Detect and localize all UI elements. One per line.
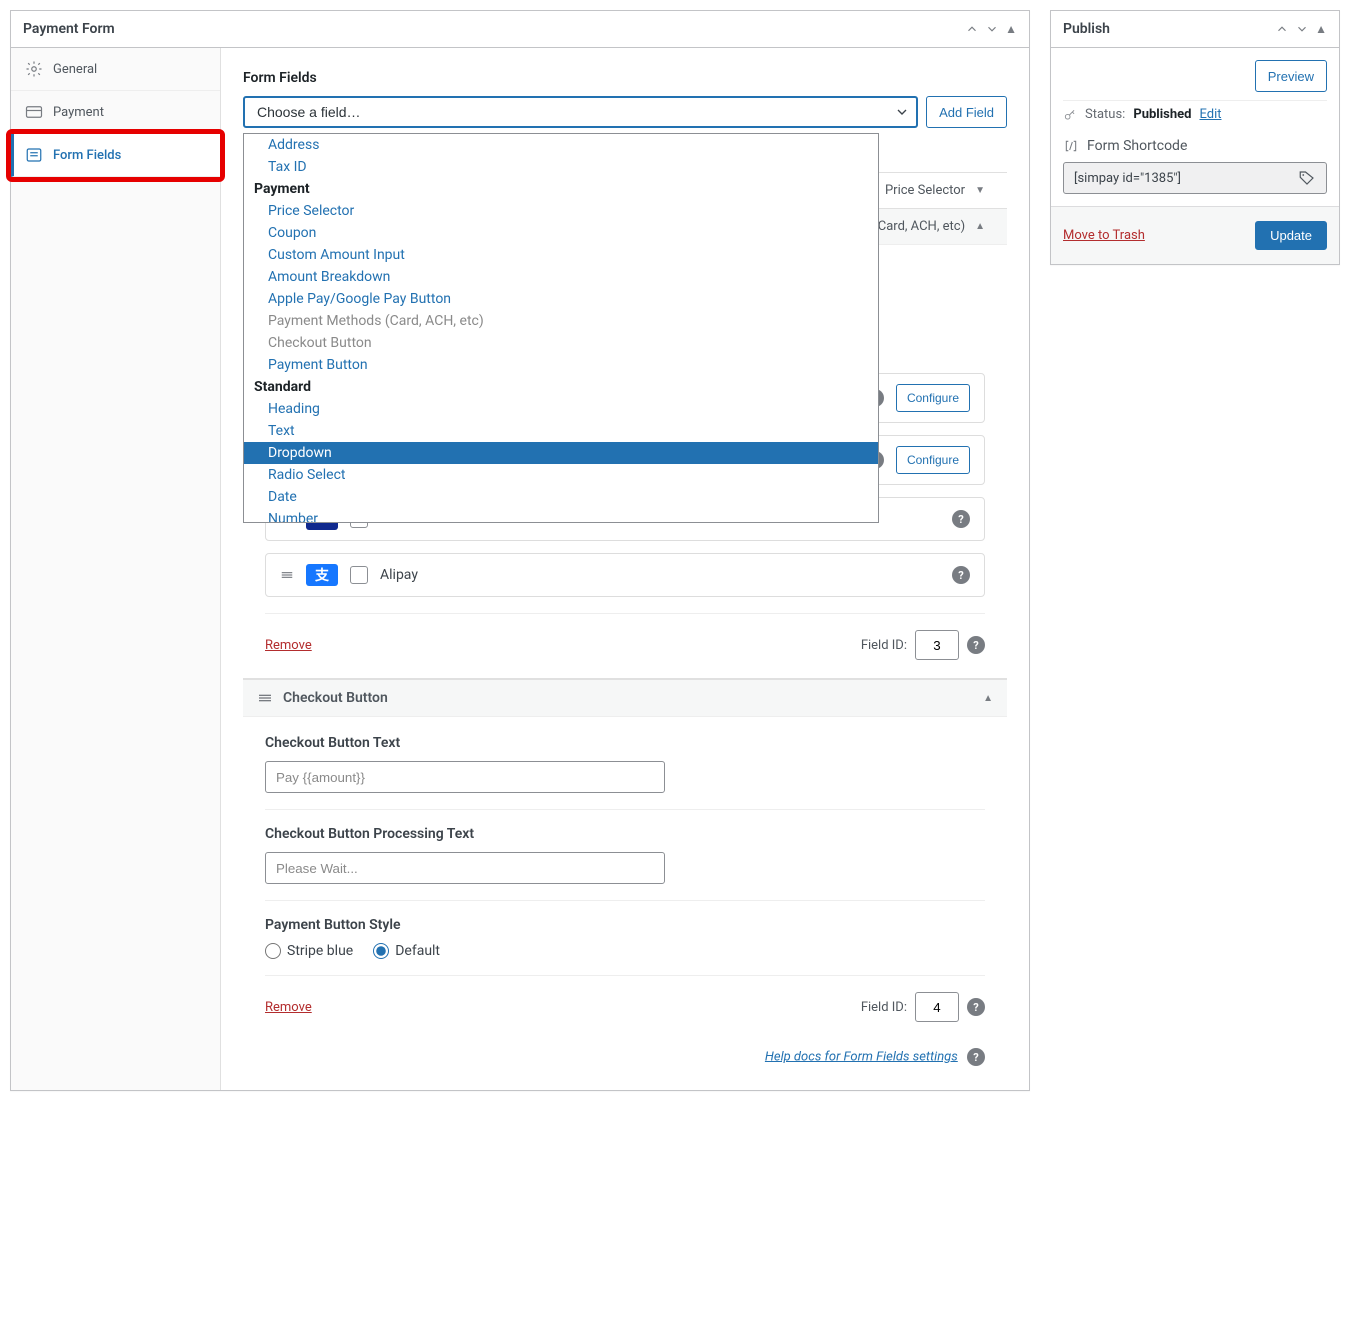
remove-link[interactable]: Remove	[265, 1000, 312, 1015]
chevron-up-icon[interactable]	[1275, 22, 1289, 36]
form-fields-content: Form Fields Choose a field… Add Field	[221, 48, 1029, 1090]
preview-button[interactable]: Preview	[1255, 60, 1327, 92]
field-id-label: Field ID:	[861, 638, 907, 653]
accordion-title: Checkout Button	[283, 690, 388, 706]
help-icon[interactable]: ?	[967, 998, 985, 1016]
alipay-logo-icon: 支	[306, 564, 338, 586]
sidebar-item-label: Payment	[53, 105, 104, 120]
sidebar-item-payment[interactable]: Payment	[11, 91, 220, 134]
status-value: Published	[1133, 107, 1191, 122]
option-text[interactable]: Text	[244, 420, 878, 442]
field-type-select[interactable]: Choose a field…	[243, 96, 918, 128]
chevron-up-icon: ▲	[983, 693, 993, 704]
shortcode-box[interactable]: [simpay id="1385"]	[1063, 162, 1327, 194]
section-heading: Form Fields	[243, 70, 1007, 86]
chevron-up-icon: ▲	[975, 221, 985, 232]
settings-sidebar: General Payment Form Fields	[11, 48, 221, 1090]
button-style-label: Payment Button Style	[265, 917, 985, 933]
payment-method-row-alipay: 支 Alipay ?	[265, 553, 985, 597]
accordion-header[interactable]: Checkout Button ▲	[243, 680, 1007, 717]
chevron-down-icon[interactable]	[1295, 22, 1309, 36]
sidebar-item-form-fields[interactable]: Form Fields	[11, 134, 220, 177]
radio-default[interactable]: Default	[373, 943, 440, 959]
accordion-checkout-button: Checkout Button ▲ Checkout Button Text C…	[243, 679, 1007, 1040]
help-icon[interactable]: ?	[967, 636, 985, 654]
field-id-input[interactable]	[915, 992, 959, 1022]
option-price-selector[interactable]: Price Selector	[244, 200, 878, 222]
option-dropdown[interactable]: Dropdown	[244, 442, 878, 464]
checkout-text-label: Checkout Button Text	[265, 735, 985, 751]
option-coupon[interactable]: Coupon	[244, 222, 878, 244]
option-payment-button[interactable]: Payment Button	[244, 354, 878, 376]
status-label: Status:	[1085, 107, 1125, 122]
form-icon	[25, 146, 43, 164]
add-field-button[interactable]: Add Field	[926, 96, 1007, 128]
configure-button[interactable]: Configure	[896, 384, 970, 412]
option-tax-id[interactable]: Tax ID	[244, 156, 878, 178]
option-date[interactable]: Date	[244, 486, 878, 508]
drag-handle-icon[interactable]	[257, 690, 273, 706]
collapse-toggle-icon[interactable]: ▲	[1005, 22, 1017, 36]
sidebar-item-general[interactable]: General	[11, 48, 220, 91]
tag-icon	[1298, 169, 1316, 187]
sidebar-item-label: General	[53, 62, 97, 77]
option-custom-amount[interactable]: Custom Amount Input	[244, 244, 878, 266]
chevron-up-icon[interactable]	[965, 22, 979, 36]
edit-status-link[interactable]: Edit	[1199, 107, 1221, 122]
option-address[interactable]: Address	[244, 134, 878, 156]
help-docs-link[interactable]: Help docs for Form Fields settings	[765, 1049, 958, 1064]
option-number[interactable]: Number	[244, 508, 878, 523]
help-icon[interactable]: ?	[967, 1048, 985, 1066]
processing-text-input[interactable]	[265, 852, 665, 884]
move-to-trash-link[interactable]: Move to Trash	[1063, 228, 1145, 243]
key-icon	[1063, 108, 1077, 122]
optgroup-payment: Payment	[244, 178, 878, 200]
shortcode-value: [simpay id="1385"]	[1074, 171, 1181, 186]
drag-handle-icon[interactable]	[280, 568, 294, 582]
update-button[interactable]: Update	[1255, 221, 1327, 250]
field-id-input[interactable]	[915, 630, 959, 660]
gear-icon	[25, 60, 43, 78]
card-icon	[25, 103, 43, 121]
collapse-toggle-icon[interactable]: ▲	[1315, 22, 1327, 36]
remove-link[interactable]: Remove	[265, 638, 312, 653]
option-payment-methods: Payment Methods (Card, ACH, etc)	[244, 310, 878, 332]
help-icon[interactable]: ?	[952, 566, 970, 584]
panel-header: Publish ▲	[1051, 11, 1339, 48]
shortcode-heading: Form Shortcode	[1087, 138, 1187, 154]
optgroup-standard: Standard	[244, 376, 878, 398]
field-id-label: Field ID:	[861, 1000, 907, 1015]
panel-title: Payment Form	[23, 21, 115, 37]
chevron-down-icon: ▼	[975, 185, 985, 196]
payment-form-panel: Payment Form ▲	[10, 10, 1030, 1091]
radio-stripe-blue[interactable]: Stripe blue	[265, 943, 353, 959]
panel-header: Payment Form ▲	[11, 11, 1029, 48]
option-checkout-button: Checkout Button	[244, 332, 878, 354]
publish-panel: Publish ▲ Preview	[1050, 10, 1340, 265]
option-radio-select[interactable]: Radio Select	[244, 464, 878, 486]
checkout-text-input[interactable]	[265, 761, 665, 793]
help-icon[interactable]: ?	[952, 510, 970, 528]
accordion-title: Price Selector	[885, 183, 965, 198]
enable-checkbox[interactable]	[350, 566, 368, 584]
option-amount-breakdown[interactable]: Amount Breakdown	[244, 266, 878, 288]
code-icon	[1063, 138, 1079, 154]
chevron-down-icon[interactable]	[985, 22, 999, 36]
panel-title: Publish	[1063, 21, 1110, 37]
configure-button[interactable]: Configure	[896, 446, 970, 474]
field-type-dropdown[interactable]: Address Tax ID Payment Price Selector Co…	[243, 133, 879, 523]
option-apple-google-pay[interactable]: Apple Pay/Google Pay Button	[244, 288, 878, 310]
processing-text-label: Checkout Button Processing Text	[265, 826, 985, 842]
sidebar-item-label: Form Fields	[53, 148, 121, 163]
payment-method-label: Alipay	[380, 567, 940, 583]
option-heading[interactable]: Heading	[244, 398, 878, 420]
